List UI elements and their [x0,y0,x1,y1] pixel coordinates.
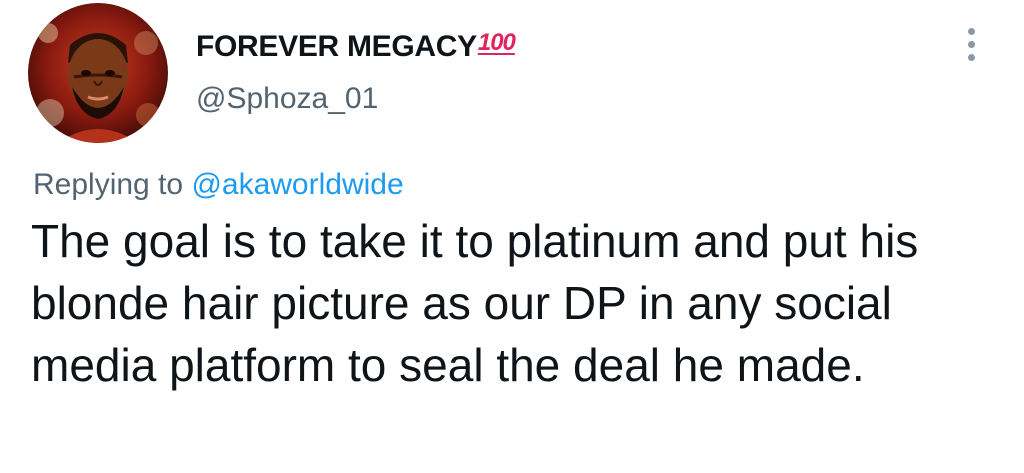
more-options-button[interactable] [958,22,986,66]
more-dot-icon [968,41,975,48]
reply-prefix: Replying to [33,168,192,201]
avatar-image [28,3,168,143]
author-avatar[interactable] [28,3,168,143]
more-dot-icon [968,54,975,61]
tweet-body-text: The goal is to take it to platinum and p… [31,215,919,391]
author-display-name[interactable]: FOREVER MEGACY100 [196,29,516,64]
more-dot-icon [968,28,975,35]
reply-context: Replying to @akaworldwide [33,168,404,202]
author-handle[interactable]: @Sphoza_01 [196,82,378,116]
reply-mention-link[interactable]: @akaworldwide [191,168,403,201]
hundred-points-emoji-icon: 100 [477,29,516,56]
author-name-text: FOREVER MEGACY [196,30,477,63]
tweet: FOREVER MEGACY100 @Sphoza_01 Replying to… [0,0,1024,473]
